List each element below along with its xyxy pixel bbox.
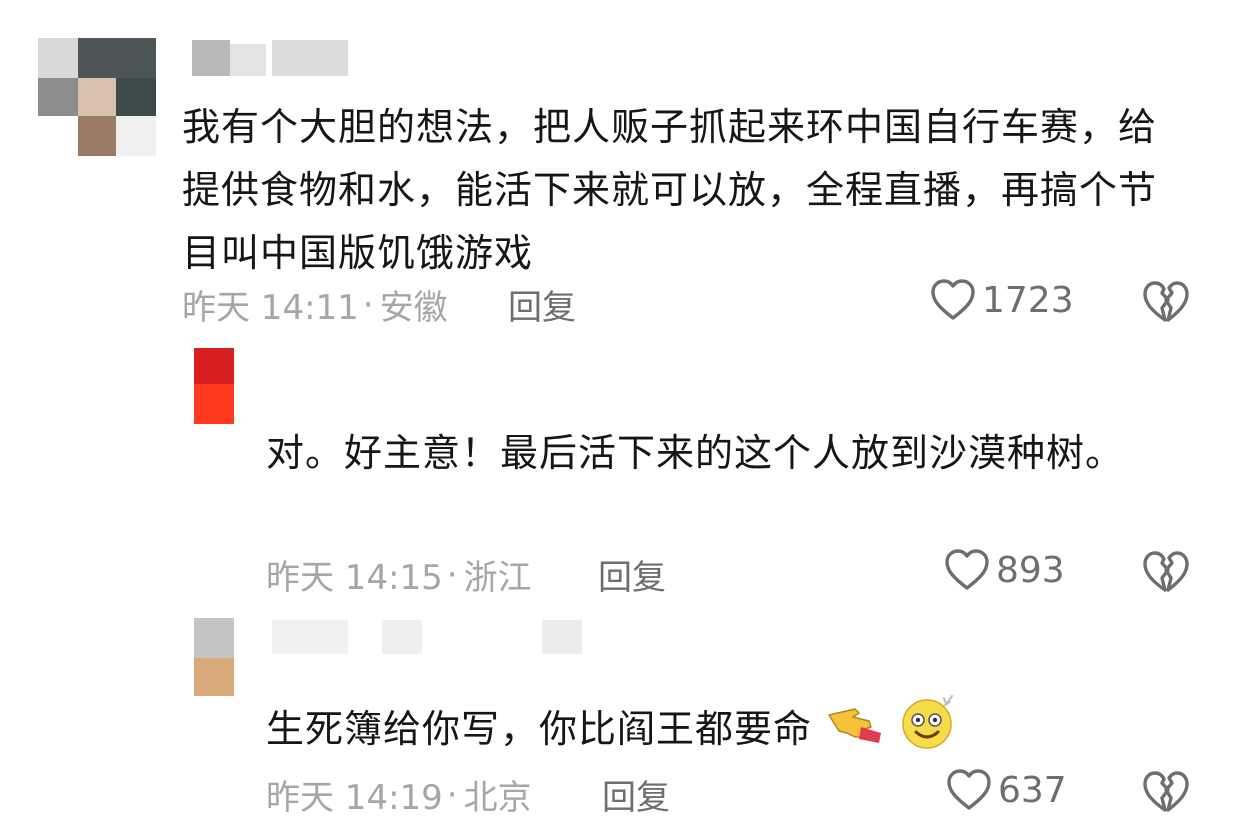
avatar[interactable] (194, 618, 234, 696)
like-button[interactable]: 893 (944, 548, 1065, 592)
dizzy-face-emoji (898, 692, 958, 771)
like-button[interactable]: 1723 (930, 278, 1074, 322)
comment-meta: 昨天 14:19 · 北京 (266, 770, 532, 819)
reply-button[interactable]: 回复 (508, 280, 576, 329)
timestamp: 昨天 14:11 (182, 288, 359, 328)
reply-button[interactable]: 回复 (598, 550, 666, 599)
avatar[interactable] (194, 348, 234, 426)
comment-text-content: 生死簿给你写，你比阎王都要命 (266, 707, 813, 751)
comment-text: 生死簿给你写，你比阎王都要命 (266, 692, 1206, 771)
broken-heart-icon (1143, 281, 1189, 322)
heart-outline-icon (947, 769, 991, 810)
separator-dot: · (362, 284, 374, 325)
like-count: 1723 (982, 279, 1074, 321)
pointing-hand-emoji (825, 697, 885, 766)
dislike-button[interactable] (1142, 770, 1190, 818)
separator-dot: · (446, 554, 458, 595)
separator-dot: · (446, 774, 458, 815)
comment-meta: 昨天 14:15 · 浙江 (266, 550, 532, 599)
comment-text: 我有个大胆的想法，把人贩子抓起来环中国自行车赛，给提供食物和水，能活下来就可以放… (182, 105, 1158, 275)
like-button[interactable]: 637 (946, 768, 1067, 812)
dislike-button[interactable] (1142, 280, 1190, 328)
like-count: 893 (996, 549, 1065, 591)
broken-heart-icon (1143, 771, 1189, 812)
reply-button[interactable]: 回复 (602, 770, 670, 819)
location: 北京 (463, 778, 532, 818)
username[interactable] (272, 620, 592, 656)
heart-outline-icon (931, 279, 975, 320)
timestamp: 昨天 14:19 (266, 778, 443, 818)
comment-meta: 昨天 14:11 · 安徽 (182, 280, 448, 329)
location: 浙江 (463, 558, 532, 598)
timestamp: 昨天 14:15 (266, 558, 443, 598)
username[interactable] (182, 40, 352, 78)
heart-outline-icon (945, 549, 989, 590)
avatar[interactable] (38, 38, 156, 156)
broken-heart-icon (1143, 551, 1189, 592)
like-count: 637 (998, 769, 1067, 811)
dislike-button[interactable] (1142, 550, 1190, 598)
location: 安徽 (379, 288, 448, 328)
comment-text: 对。好主意！最后活下来的这个人放到沙漠种树。 (266, 431, 1125, 475)
